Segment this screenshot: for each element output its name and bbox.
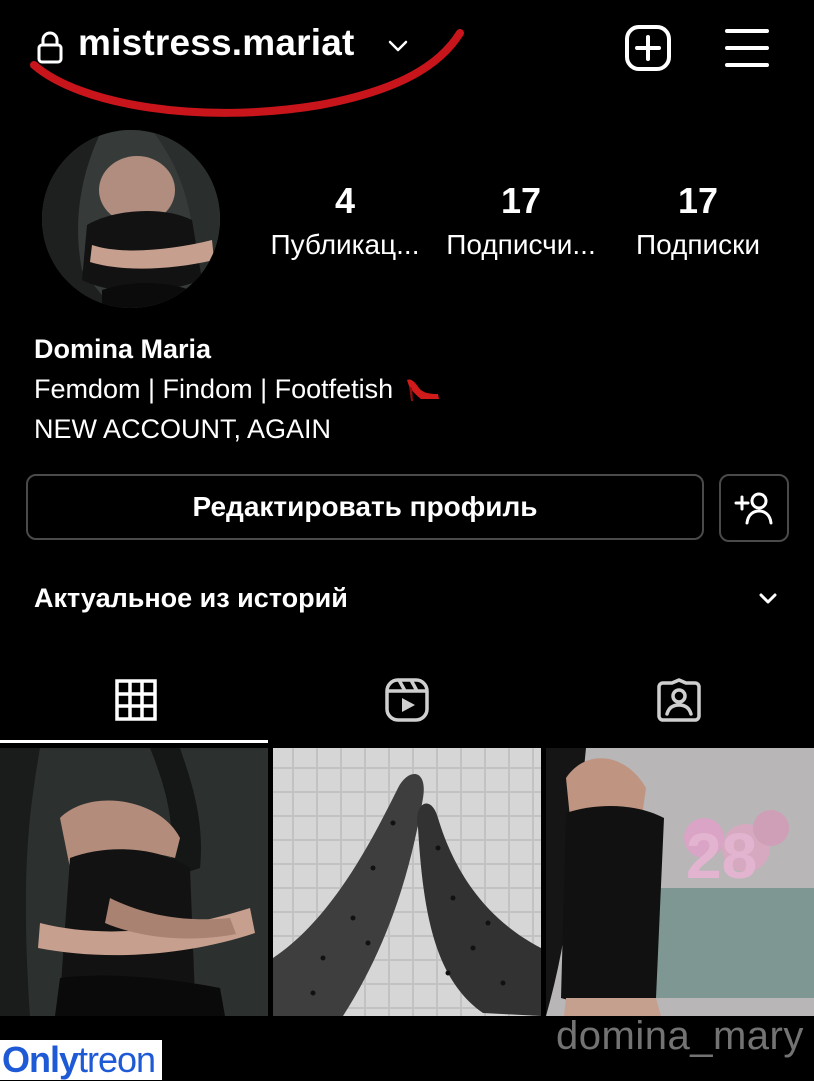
add-user-icon xyxy=(734,492,773,525)
svg-text:28: 28 xyxy=(686,820,757,892)
followers-label[interactable]: Подписчи... xyxy=(431,229,611,261)
post-thumbnail[interactable] xyxy=(0,748,268,1016)
following-label[interactable]: Подписки xyxy=(608,229,788,261)
post-image-stockings xyxy=(273,748,541,1016)
high-heel-icon xyxy=(406,379,439,401)
tagged-icon xyxy=(656,678,701,722)
watermark-handle: domina_mary xyxy=(556,1014,804,1058)
posts-count[interactable]: 4 xyxy=(300,180,390,222)
post-image-corset xyxy=(0,748,268,1016)
post-thumbnail[interactable]: 28 xyxy=(546,748,814,1016)
watermark-site-part-b: treon xyxy=(78,1039,156,1080)
reels-icon xyxy=(384,678,429,722)
post-thumbnail[interactable] xyxy=(273,748,541,1016)
story-highlights-title[interactable]: Актуальное из историй xyxy=(34,583,348,614)
tab-posts-grid[interactable] xyxy=(0,660,271,740)
hamburger-menu-icon[interactable] xyxy=(724,26,770,70)
bio-line-1-text: Femdom | Findom | Footfetish xyxy=(34,374,394,404)
active-tab-indicator xyxy=(0,740,268,743)
bio-line-2: NEW ACCOUNT, AGAIN xyxy=(34,414,332,444)
lock-icon xyxy=(37,31,63,64)
bio-line-1: Femdom | Findom | Footfetish xyxy=(34,374,441,405)
avatar-photo xyxy=(42,130,220,308)
edit-profile-button[interactable]: Редактировать профиль xyxy=(26,474,704,540)
watermark-site-part-a: Only xyxy=(2,1039,79,1080)
watermark-site-logo: Only treon xyxy=(0,1039,162,1080)
post-image-dress: 28 xyxy=(546,748,814,1016)
plus-square-icon[interactable] xyxy=(624,24,672,72)
add-user-button[interactable] xyxy=(719,474,789,542)
followers-count[interactable]: 17 xyxy=(476,180,566,222)
following-count[interactable]: 17 xyxy=(653,180,743,222)
grid-icon xyxy=(114,679,157,721)
profile-display-name: Domina Maria xyxy=(34,334,212,364)
posts-label[interactable]: Публикац... xyxy=(255,229,435,261)
avatar[interactable] xyxy=(42,130,220,308)
chevron-down-icon[interactable] xyxy=(756,590,780,608)
chevron-down-icon[interactable] xyxy=(386,36,410,56)
tab-tagged[interactable] xyxy=(543,660,814,740)
username-switcher[interactable]: mistress.mariat xyxy=(78,22,355,64)
tab-reels[interactable] xyxy=(271,660,542,740)
